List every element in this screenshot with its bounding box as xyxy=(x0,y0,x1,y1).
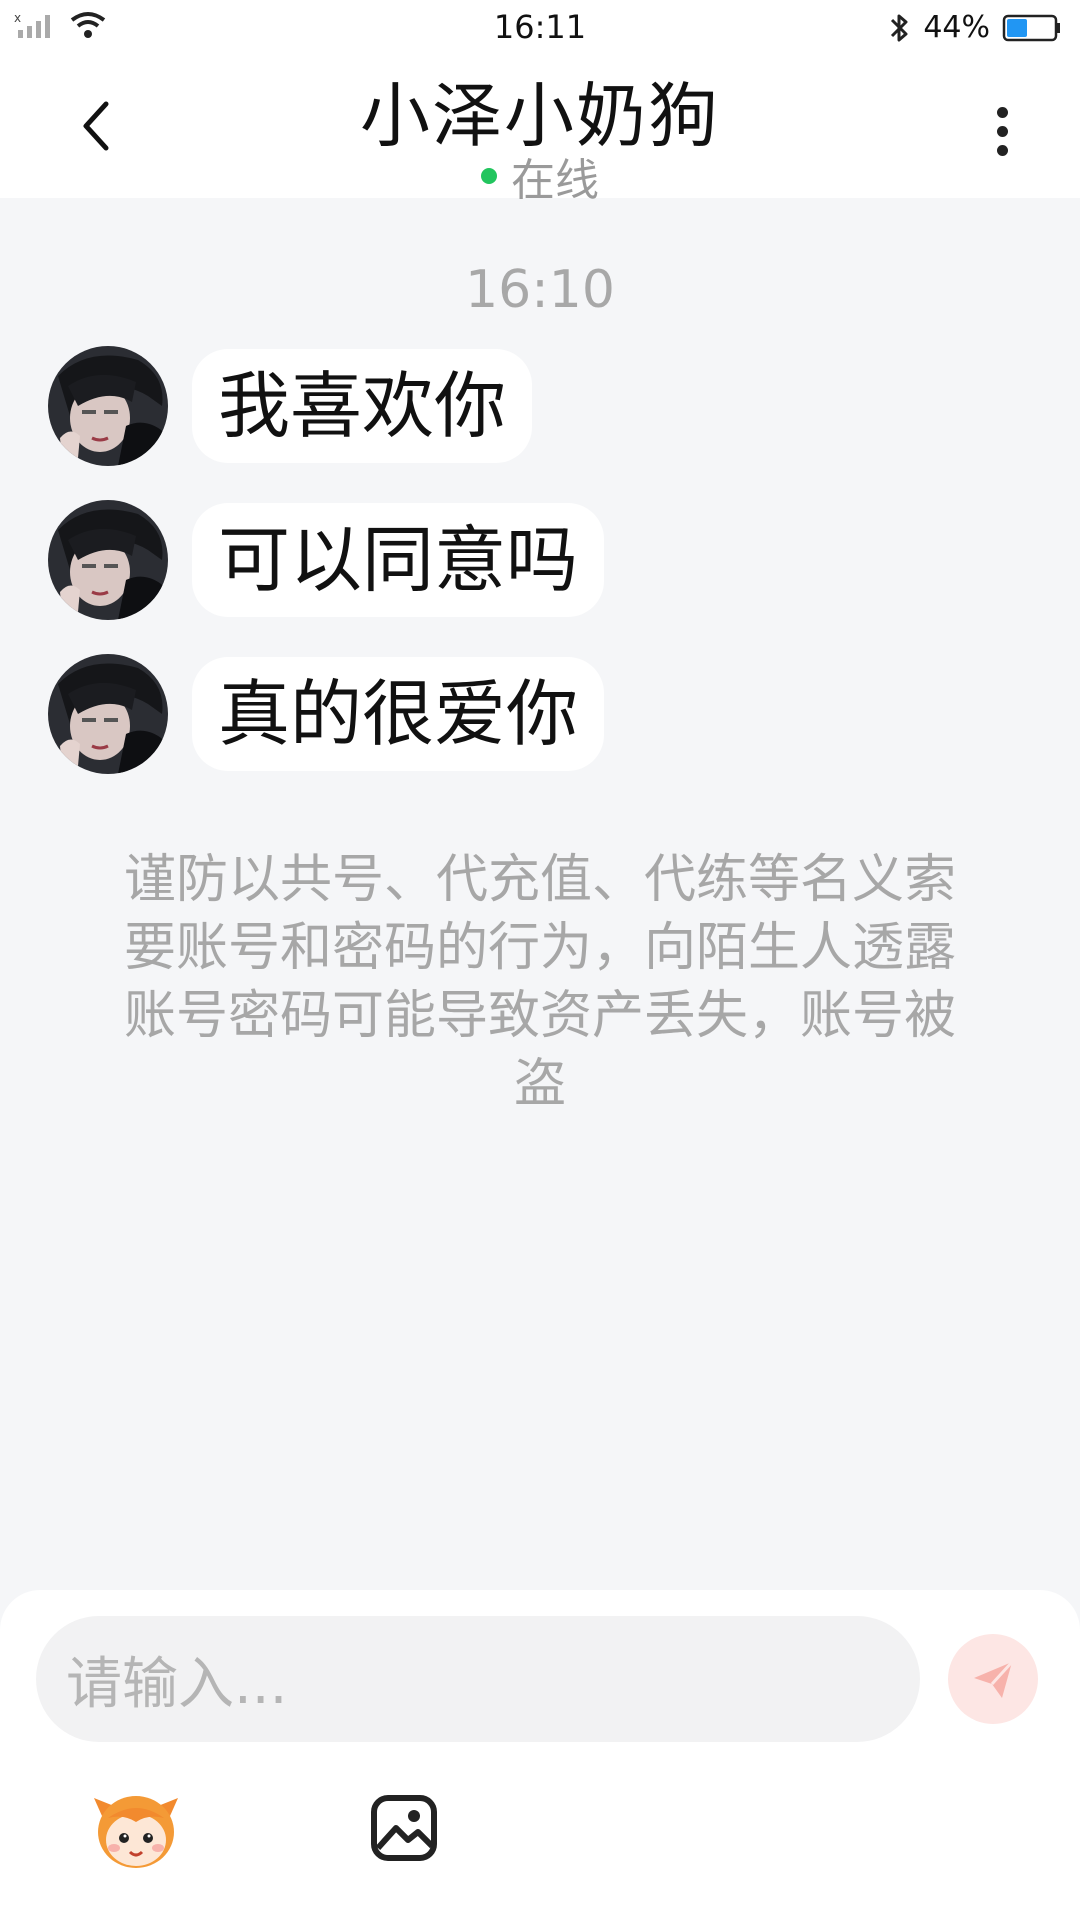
online-dot xyxy=(481,168,497,184)
emoji-button[interactable] xyxy=(88,1788,184,1874)
message-input[interactable]: 请输入... xyxy=(36,1616,920,1742)
send-icon xyxy=(974,1660,1014,1698)
message-row: 真的很爱你 xyxy=(48,654,605,774)
image-picker-button[interactable] xyxy=(368,1792,440,1864)
bluetooth-icon xyxy=(891,14,908,41)
input-panel: 请输入... xyxy=(0,1590,1080,1920)
message-row: 可以同意吗 xyxy=(48,500,605,620)
message-bubble[interactable]: 我喜欢你 xyxy=(192,349,533,463)
status-right: 44% xyxy=(887,10,1062,45)
more-dot-icon xyxy=(996,144,1008,156)
avatar-image xyxy=(48,346,168,466)
emoji-mascot-icon xyxy=(94,1796,178,1868)
image-icon xyxy=(371,1795,437,1861)
avatar-image xyxy=(48,654,168,774)
battery-percent: 44% xyxy=(923,10,990,45)
message-bubble[interactable]: 可以同意吗 xyxy=(192,503,605,617)
more-dot-icon xyxy=(996,106,1008,118)
message-bubble[interactable]: 真的很爱你 xyxy=(192,657,605,771)
more-options-button[interactable] xyxy=(972,96,1032,166)
input-placeholder: 请输入... xyxy=(66,1651,288,1717)
status-bar: x 16:11 44% xyxy=(0,0,1080,56)
message-timestamp: 16:10 xyxy=(465,260,615,320)
chat-area[interactable]: 16:10 我喜欢你 可以同意吗 真的很爱你 谨防以共号、代充值、代练等名义索要… xyxy=(0,198,1080,1590)
avatar[interactable] xyxy=(48,654,168,774)
message-row: 我喜欢你 xyxy=(48,346,533,466)
avatar-image xyxy=(48,500,168,620)
security-notice: 谨防以共号、代充值、代练等名义索要账号和密码的行为，向陌生人透露账号密码可能导致… xyxy=(123,850,956,1114)
send-button[interactable] xyxy=(948,1634,1038,1724)
battery-icon xyxy=(1002,14,1060,41)
chat-header: 小泽小奶狗 在线 xyxy=(0,56,1080,206)
avatar[interactable] xyxy=(48,500,168,620)
avatar[interactable] xyxy=(48,346,168,466)
more-dot-icon xyxy=(996,125,1008,137)
